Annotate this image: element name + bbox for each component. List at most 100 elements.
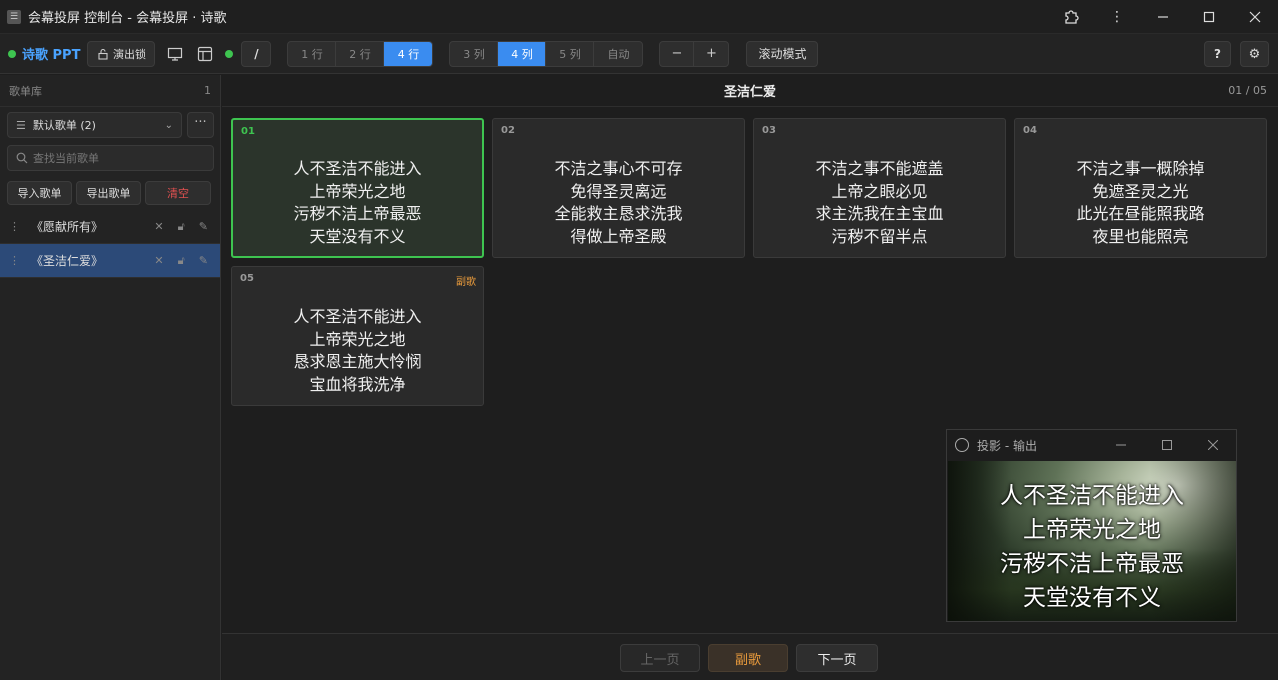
prev-page-button[interactable]: 上一页: [620, 644, 700, 672]
playlist-select[interactable]: ☰ 默认歌单 (2) ⌄: [7, 112, 182, 138]
clear-playlist-button[interactable]: 清空: [145, 181, 211, 205]
rows-option-4[interactable]: 4 行: [384, 41, 433, 66]
chevron-down-icon: ⌄: [164, 119, 173, 131]
sidebar-title: 歌单库: [9, 84, 42, 98]
window-title: 会幕投屏 控制台 - 会幕投屏 · 诗歌: [28, 11, 227, 26]
lyric-line: 得做上帝圣殿: [570, 227, 667, 247]
edit-icon[interactable]: ✎: [199, 254, 208, 268]
slide-lyrics: 人不圣洁不能进入 上帝荣光之地 污秽不洁上帝最恶 天堂没有不义: [233, 158, 482, 249]
page-indicator: 01 / 05: [1228, 84, 1267, 97]
lyric-line: 不洁之事不能遮盖: [815, 159, 944, 178]
export-playlist-button[interactable]: 导出歌单: [76, 181, 141, 205]
song-search[interactable]: [7, 145, 214, 171]
lyric-line: 全能救主恳求洗我: [554, 204, 683, 224]
projected-lyric-line: 污秽不洁上帝最恶: [1000, 551, 1184, 577]
song-search-input[interactable]: [33, 151, 203, 165]
cols-option-5[interactable]: 5 列: [546, 41, 595, 66]
cols-option-3[interactable]: 3 列: [450, 41, 499, 66]
monitor-icon[interactable]: [164, 43, 186, 65]
drag-handle-icon[interactable]: ⋮: [9, 254, 23, 267]
help-button[interactable]: ?: [1204, 41, 1231, 67]
list-icon: ☰: [16, 118, 26, 132]
remove-icon[interactable]: ✕: [154, 254, 163, 268]
minimize-button[interactable]: [1140, 0, 1186, 34]
minimize-button[interactable]: [1098, 430, 1144, 460]
sidebar: 歌单库 1 ☰ 默认歌单 (2) ⌄ ··· 导入歌单 导出歌单 清空 ⋮ 《愿…: [0, 75, 221, 680]
chorus-button[interactable]: 副歌: [708, 644, 788, 672]
zoom-in-button[interactable]: +: [694, 42, 728, 66]
obs-logo-icon: [955, 438, 969, 452]
rows-option-2[interactable]: 2 行: [336, 41, 385, 66]
projected-lyric-line: 天堂没有不义: [1023, 585, 1161, 611]
slide-card[interactable]: 03 不洁之事不能遮盖 上帝之眼必见 求主洗我在主宝血 污秽不留半点: [753, 118, 1006, 258]
song-header: 圣洁仁爱 01 / 05: [222, 75, 1278, 107]
slide-card[interactable]: 02 不洁之事心不可存 免得圣灵离远 全能救主恳求洗我 得做上帝圣殿: [492, 118, 745, 258]
settings-button[interactable]: ⚙: [1240, 41, 1269, 67]
lyric-line: 求主洗我在主宝血: [815, 204, 944, 224]
playlist-select-value: 默认歌单 (2): [32, 119, 96, 132]
lyric-line: 污秽不洁上帝最恶: [293, 204, 422, 224]
bottom-nav: 上一页 副歌 下一页: [222, 633, 1278, 680]
lyric-line: 免遮圣灵之光: [1092, 181, 1189, 201]
output-window-title: 投影 - 输出: [977, 438, 1037, 453]
output-preview-window[interactable]: 投影 - 输出 人不圣洁不能进入 上帝荣光之地 污秽不洁上帝最恶 天堂没有不义: [946, 429, 1237, 622]
scroll-mode-button[interactable]: 滚动模式: [746, 40, 819, 67]
lyric-line: 不洁之事一概除掉: [1076, 159, 1205, 178]
lock-icon[interactable]: 🔓︎: [178, 254, 185, 268]
close-button[interactable]: [1232, 0, 1278, 34]
slide-number: 04: [1023, 125, 1037, 136]
search-icon: [16, 152, 28, 164]
output-projection: 人不圣洁不能进入 上帝荣光之地 污秽不洁上帝最恶 天堂没有不义: [948, 461, 1236, 621]
song-name: 《愿献所有》: [31, 220, 104, 234]
slide-lyrics: 不洁之事心不可存 免得圣灵离远 全能救主恳求洗我 得做上帝圣殿: [493, 158, 744, 249]
lyric-line: 污秽不留半点: [831, 227, 928, 247]
slide-card[interactable]: 01 人不圣洁不能进入 上帝荣光之地 污秽不洁上帝最恶 天堂没有不义: [231, 118, 484, 258]
extension-icon[interactable]: [1048, 0, 1094, 34]
cols-selector: 3 列 4 列 5 列 自动: [449, 40, 644, 67]
rows-option-1[interactable]: 1 行: [288, 41, 337, 66]
lyric-line: 人不圣洁不能进入: [293, 307, 422, 326]
show-lock-label: 演出锁: [112, 47, 146, 61]
slide-card[interactable]: 04 不洁之事一概除掉 免遮圣灵之光 此光在昼能照我路 夜里也能照亮: [1014, 118, 1267, 258]
more-vertical-icon[interactable]: ⋮: [1094, 0, 1140, 34]
slide-number: 01: [241, 126, 255, 137]
slide-number: 03: [762, 125, 776, 136]
song-item[interactable]: ⋮ 《愿献所有》 ✕ 🔓︎ ✎: [0, 210, 220, 244]
maximize-button[interactable]: [1186, 0, 1232, 34]
slide-card[interactable]: 05 副歌 人不圣洁不能进入 上帝荣光之地 恳求恩主施大怜悯 宝血将我洗净: [231, 266, 484, 406]
zoom-out-button[interactable]: −: [660, 41, 695, 66]
slide-lyrics: 人不圣洁不能进入 上帝荣光之地 恳求恩主施大怜悯 宝血将我洗净: [232, 306, 483, 397]
playlist-more-button[interactable]: ···: [187, 112, 214, 138]
lyric-line: 天堂没有不义: [309, 227, 406, 247]
title-bar: ☰ 会幕投屏 控制台 - 会幕投屏 · 诗歌 ⋮: [0, 0, 1278, 34]
slide-number: 02: [501, 125, 515, 136]
output-window-controls: [1098, 430, 1236, 460]
brand-label[interactable]: 诗歌 PPT: [22, 44, 80, 63]
lyric-line: 此光在昼能照我路: [1076, 204, 1205, 224]
cols-option-4[interactable]: 4 列: [498, 41, 547, 66]
lock-icon: [98, 48, 108, 60]
output-status-dot: [225, 49, 234, 58]
next-page-button[interactable]: 下一页: [796, 644, 878, 672]
song-title: 圣洁仁爱: [723, 85, 776, 100]
app-icon: ☰: [7, 9, 21, 24]
lock-icon[interactable]: 🔓︎: [178, 220, 185, 234]
maximize-button[interactable]: [1144, 430, 1190, 460]
show-lock-button[interactable]: 演出锁: [87, 40, 156, 67]
edit-icon[interactable]: ✎: [199, 220, 208, 234]
drag-handle-icon[interactable]: ⋮: [9, 220, 23, 233]
cols-option-auto[interactable]: 自动: [594, 42, 642, 66]
slide-lyrics: 不洁之事一概除掉 免遮圣灵之光 此光在昼能照我路 夜里也能照亮: [1015, 158, 1266, 249]
remove-icon[interactable]: ✕: [154, 220, 163, 234]
sidebar-count: 1: [204, 84, 211, 97]
slide-lyrics: 不洁之事不能遮盖 上帝之眼必见 求主洗我在主宝血 污秽不留半点: [754, 158, 1005, 249]
window-controls: ⋮: [1048, 0, 1278, 34]
import-playlist-button[interactable]: 导入歌单: [7, 181, 72, 205]
lyric-line: 恳求恩主施大怜悯: [293, 352, 422, 372]
layout-icon[interactable]: [194, 43, 216, 65]
lyric-line: 宝血将我洗净: [309, 375, 406, 395]
song-item-active[interactable]: ⋮ 《圣洁仁爱》 ✕ 🔓︎ ✎: [0, 244, 220, 278]
close-button[interactable]: [1190, 430, 1236, 460]
song-list: ⋮ 《愿献所有》 ✕ 🔓︎ ✎ ⋮ 《圣洁仁爱》 ✕ 🔓︎ ✎: [0, 210, 220, 278]
slash-button[interactable]: /: [241, 40, 272, 67]
